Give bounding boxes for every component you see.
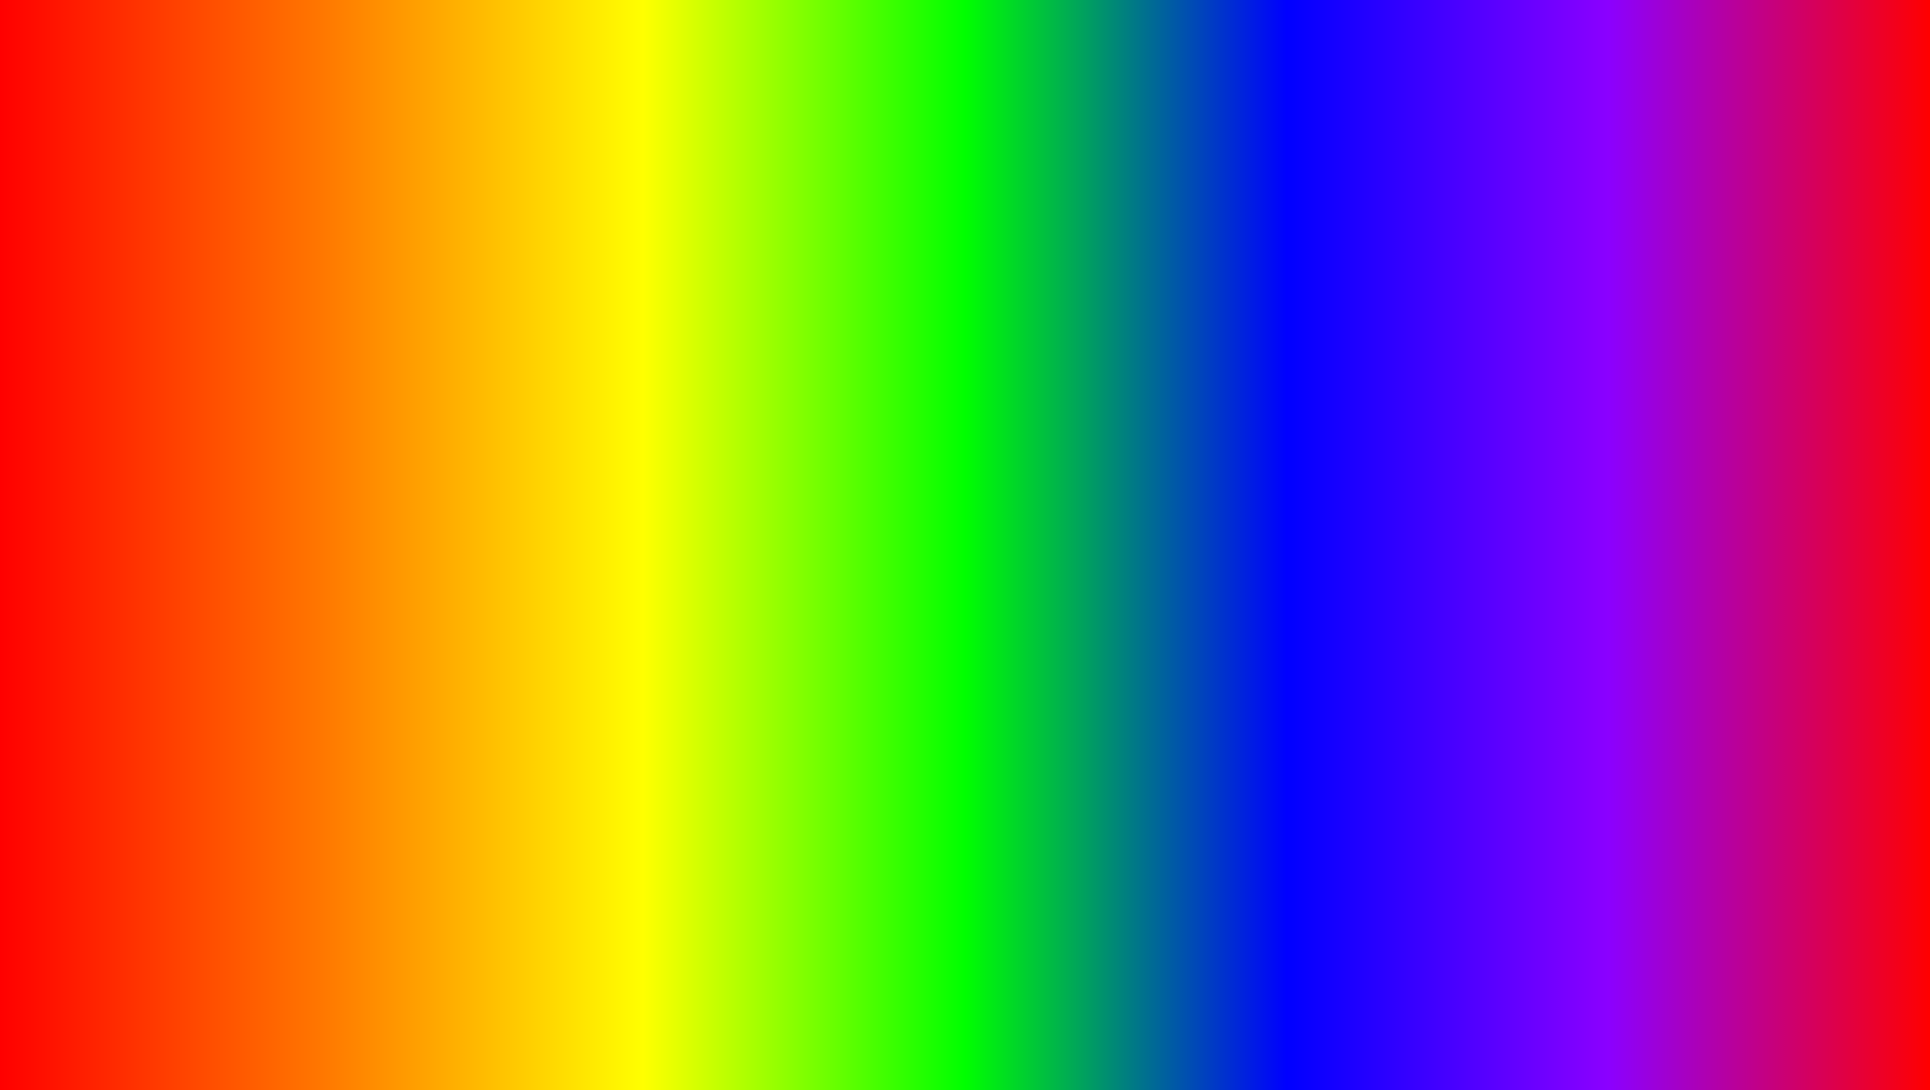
title-letter-t: T [1282,18,1376,158]
title-letter-r: R [1017,18,1126,158]
auto-mirage-hop-item[interactable]: Auto Mirage Island [HOP] [1272,469,1512,481]
title-letter-i: I [1235,18,1282,158]
teleport-greattree-button[interactable]: Teleport To Top Of GreatTree [48,292,478,316]
right-panel-header: F FIEND [1542,243,1882,263]
mirage-panel-title: \\ Mirage Island // [1272,383,1512,397]
teleport-temple-button[interactable]: Teleport To Timple Of Time [48,320,478,344]
auto-mirage-hop-checkbox[interactable] [1500,469,1512,481]
bottom-pastebin-label: PASTEBIN [1118,991,1427,1062]
hub-name-label: FIEND HUB [71,246,136,260]
title-letter-o: O [655,18,772,158]
android-checkmark: ✔ [342,516,388,580]
title-letter-b: B [453,18,562,158]
moon-icon: 🌕 [1272,405,1289,422]
teleport-gear-checkbox[interactable] [1500,487,1512,499]
fluxus-label: FLUXUS HYDROGEN [158,598,435,708]
panel-header: F FIEND HUB [48,243,478,263]
auto-complete-angel-button[interactable]: Auto Complete Angel Trial [1542,348,1882,372]
android-label: ANDROID ✔ [38,512,388,583]
auto-complete-rabbit-button[interactable]: Auto Complete Rabbit Trial [1542,376,1882,400]
title-letter-l: L [562,18,656,158]
right-search-bar[interactable] [1772,243,1882,263]
title-letter-f: F [924,18,1018,158]
bf-logo-fruits: FRUITS [1763,680,1871,714]
bf-logo-blox: BL☠X [1774,645,1861,680]
title-letter-u: U [1126,18,1235,158]
teleport-lever-button[interactable]: Teleport To Lever Pull [48,348,478,372]
right-fiend-panel: F FIEND Teleport Mink Door (Must Be in T… [1532,233,1892,414]
right-fiend-logo: F [1542,244,1559,262]
mirage-island-panel: \\ Mirage Island // 🌕 Full Moon 50% 👤 Mi… [1262,373,1522,515]
mobile-checkmark: ✔ [294,445,340,509]
teleport-sky-door-button[interactable]: Teleport Sky Door (Must Be in Temple Of … [1542,299,1882,323]
mirage-not-found: 👤 Mirage Island Not Found ✗ [1272,428,1512,445]
panel-section-title: Race V4 [48,271,478,286]
main-title: B L O X F R U I T S [453,18,1478,158]
auto-mirage-checkbox[interactable] [1500,451,1512,463]
mirage-full-moon: 🌕 Full Moon 50% [1272,405,1512,422]
bottom-bar: RACE V4 SCRIPT PASTEBIN [0,980,1930,1072]
bf-logo-icon: 💀 [1762,535,1872,645]
title-letter-x: X [772,18,873,158]
fiend-hub-panel: F FIEND HUB Race V4 Teleport To Top Of G… [38,233,488,431]
blox-fruits-logo: 💀 BL☠X FRUITS [1762,535,1872,714]
bottom-script-label: SCRIPT [870,991,1097,1062]
person-icon: 👤 [1272,428,1289,445]
title-letter-s: S [1376,18,1477,158]
race-v4-label: RACE V4 [238,168,463,228]
skull-icon: 💀 [1783,558,1851,623]
teleport-gear-item[interactable]: Teleport To Gear [1272,487,1512,499]
mobile-label: MOBILE ✔ [38,441,388,512]
search-bar[interactable] [348,243,478,263]
bottom-race-label: RACE V4 [503,980,850,1072]
auto-trials-title: Auto Trials [1542,327,1882,342]
right-hub-name: FIEND [1565,246,1601,260]
teleport-mink-door-button[interactable]: Teleport Mink Door (Must Be in Temple Of… [1542,271,1882,295]
auto-mirage-island-item[interactable]: Auto Mirage Island [1272,451,1512,463]
panel-bottom-label: Race V4 [48,410,478,421]
auto-trial-label: AUTO TRIAL [1548,168,1862,228]
teleport-acient-button[interactable]: Teleport To Acient One (Must... [48,376,478,400]
fiend-logo: F [48,244,65,262]
